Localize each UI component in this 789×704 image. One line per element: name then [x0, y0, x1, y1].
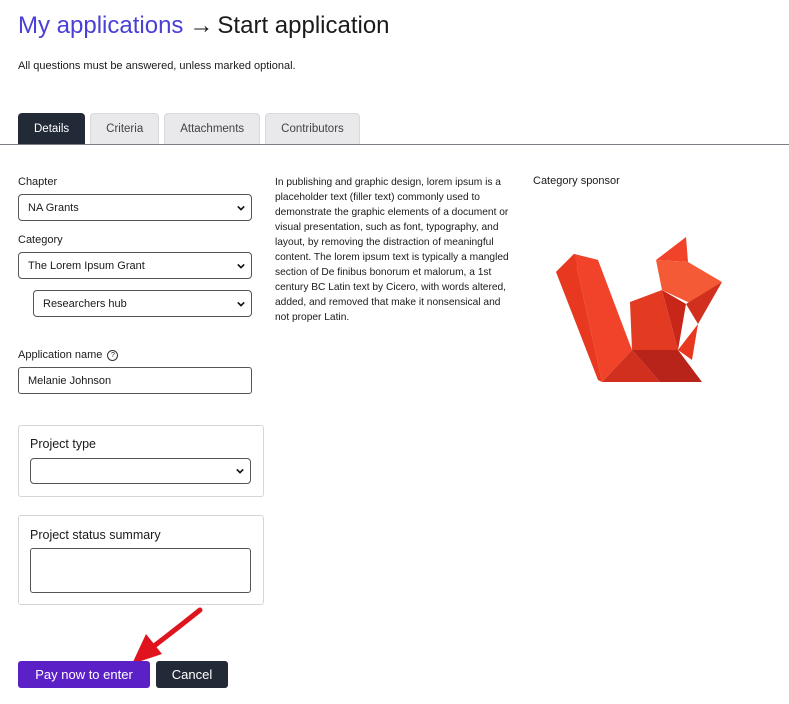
origami-squirrel-logo [556, 237, 722, 382]
category-label: Category [18, 234, 63, 246]
application-name-input[interactable]: Melanie Johnson [18, 367, 252, 394]
project-status-label: Project status summary [30, 528, 161, 542]
application-name-value: Melanie Johnson [28, 374, 112, 387]
question-circle-icon[interactable]: ? [107, 349, 119, 361]
page-title: Start application [217, 12, 390, 39]
project-type-select[interactable] [30, 458, 251, 484]
category-description: In publishing and graphic design, lorem … [275, 177, 509, 323]
tab-divider [0, 144, 789, 145]
tab-bar: Details Criteria Attachments Contributor… [18, 113, 360, 145]
required-note: All questions must be answered, unless m… [18, 60, 296, 72]
chapter-label: Chapter [18, 176, 58, 188]
application-name-label-text: Application name [18, 349, 103, 361]
tab-contributors[interactable]: Contributors [265, 113, 360, 144]
chapter-select[interactable]: NA Grants [18, 194, 252, 221]
category-select-value: The Lorem Ipsum Grant [28, 259, 145, 272]
cancel-button[interactable]: Cancel [156, 661, 228, 688]
breadcrumb: My applications → Start application [18, 10, 390, 42]
chevron-down-icon [237, 205, 245, 211]
category-select[interactable]: The Lorem Ipsum Grant [18, 252, 252, 279]
chevron-down-icon [236, 468, 244, 474]
subcategory-select-value: Researchers hub [43, 297, 127, 310]
tab-details[interactable]: Details [18, 113, 86, 144]
application-name-label: Application name? [18, 349, 119, 361]
breadcrumb-my-applications-link[interactable]: My applications [18, 12, 183, 39]
project-status-textarea[interactable] [30, 548, 251, 593]
subcategory-select[interactable]: Researchers hub [33, 290, 252, 317]
breadcrumb-arrow-icon: → [189, 12, 214, 39]
project-type-label: Project type [30, 437, 97, 451]
category-sponsor-label: Category sponsor [533, 175, 620, 187]
pay-now-button[interactable]: Pay now to enter [18, 661, 150, 688]
chapter-select-value: NA Grants [28, 201, 79, 214]
chevron-down-icon [237, 263, 245, 269]
tab-attachments[interactable]: Attachments [164, 113, 261, 144]
chevron-down-icon [237, 301, 245, 307]
tab-criteria[interactable]: Criteria [90, 113, 160, 144]
